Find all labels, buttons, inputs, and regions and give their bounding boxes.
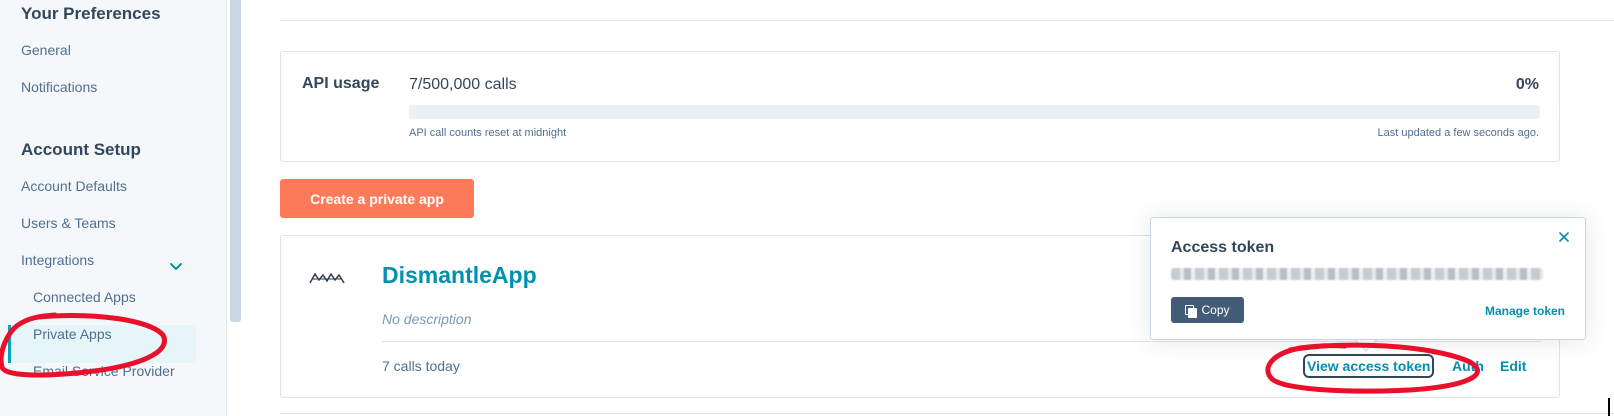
api-usage-percent: 0% <box>1515 76 1539 93</box>
chevron-down-icon[interactable] <box>167 258 185 276</box>
sidebar-scrollbar-thumb[interactable] <box>230 0 241 322</box>
close-icon[interactable] <box>1557 230 1571 244</box>
masked-access-token <box>1171 268 1543 280</box>
preferences-heading: Your Preferences <box>21 4 161 23</box>
copy-button-label: Copy <box>1201 303 1230 317</box>
sidebar-item-account-defaults[interactable]: Account Defaults <box>21 178 127 194</box>
sidebar-item-private-apps[interactable]: Private Apps <box>33 326 112 342</box>
account-setup-heading: Account Setup <box>21 140 141 159</box>
popover-title: Access token <box>1171 239 1275 256</box>
api-usage-progress-bar <box>409 105 1540 119</box>
api-usage-calls: 7/500,000 calls <box>409 76 517 93</box>
divider <box>280 20 1614 21</box>
sidebar-item-notifications[interactable]: Notifications <box>21 79 97 95</box>
auth-link[interactable]: Auth <box>1452 358 1484 374</box>
copy-token-button[interactable]: Copy <box>1171 297 1244 323</box>
sidebar-item-users-teams[interactable]: Users & Teams <box>21 215 116 231</box>
sidebar-item-general[interactable]: General <box>21 42 71 58</box>
api-usage-card: API usage 7/500,000 calls 0% API call co… <box>280 51 1560 162</box>
text-cursor <box>1608 398 1610 416</box>
api-usage-reset-note: API call counts reset at midnight <box>409 127 567 139</box>
view-access-token-link[interactable]: View access token <box>1302 354 1435 378</box>
create-private-app-button[interactable]: Create a private app <box>280 179 474 218</box>
sidebar-item-integrations[interactable]: Integrations <box>21 252 94 268</box>
app-name-link[interactable]: DismantleApp <box>382 262 537 289</box>
api-usage-label: API usage <box>302 75 380 92</box>
access-token-popover: Access token Copy Manage token <box>1150 217 1586 340</box>
app-calls-today: 7 calls today <box>382 358 460 374</box>
app-description: No description <box>382 311 472 327</box>
app-logo-icon <box>309 272 345 284</box>
settings-sidebar: Your Preferences General Notifications A… <box>0 0 226 416</box>
edit-link[interactable]: Edit <box>1500 358 1526 374</box>
divider <box>280 413 1614 414</box>
copy-icon <box>1185 304 1198 318</box>
sidebar-item-connected-apps[interactable]: Connected Apps <box>33 289 136 305</box>
sidebar-item-email-service-provider[interactable]: Email Service Provider <box>33 363 175 379</box>
api-usage-updated-note: Last updated a few seconds ago. <box>1377 127 1539 139</box>
manage-token-link[interactable]: Manage token <box>1485 304 1565 318</box>
